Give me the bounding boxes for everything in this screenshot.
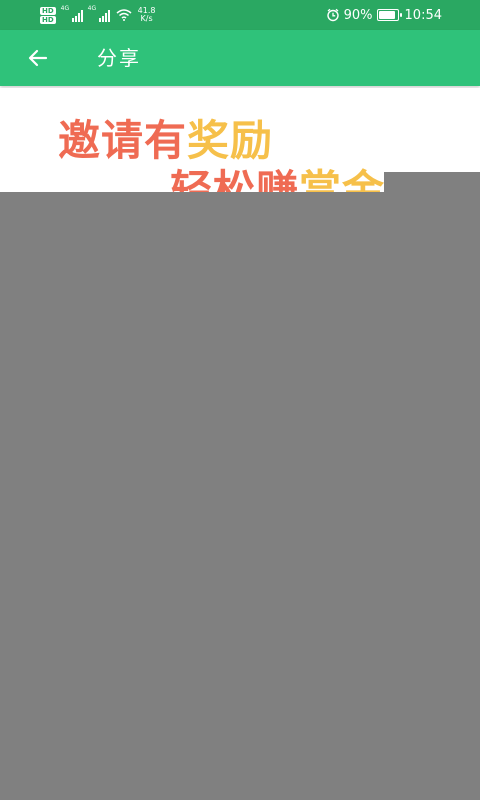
arrow-left-icon <box>28 49 48 67</box>
banner-line-2: 轻松赚赏金 <box>170 166 385 192</box>
banner-text-red-1: 邀请有 <box>58 116 188 165</box>
hd-badge-2: HD <box>40 15 56 24</box>
signal-gen-label-2: 4G <box>87 5 97 12</box>
banner-text-red-2: 轻松赚 <box>170 166 300 192</box>
page-title: 分享 <box>97 46 141 70</box>
status-time: 10:54 <box>404 7 442 23</box>
loading-overlay <box>0 192 480 800</box>
battery-percent: 90% <box>343 7 373 23</box>
status-left: HD HD 4G 4G 41.8 K/s <box>40 4 155 26</box>
hd-badge-1: HD <box>40 6 56 15</box>
banner-text-yellow-2: 赏金 <box>299 166 386 192</box>
battery-icon <box>376 9 402 21</box>
hd-icon: HD HD <box>40 6 56 24</box>
alarm-icon <box>326 8 339 22</box>
banner-text-yellow-1: 奖励 <box>187 116 274 165</box>
signal-icon: 4G <box>60 5 83 22</box>
status-right: 90% 10:54 <box>326 6 442 24</box>
banner-line-1: 邀请有奖励 <box>58 116 273 166</box>
app-bar: 分享 <box>0 30 480 86</box>
net-speed-unit: K/s <box>140 14 153 23</box>
back-button[interactable] <box>18 42 58 74</box>
wifi-icon <box>116 9 132 21</box>
status-bar: HD HD 4G 4G 41.8 K/s 90% 10:54 <box>0 0 480 30</box>
signal-gen-label: 4G <box>60 5 70 12</box>
loading-overlay-notch <box>384 172 480 192</box>
net-speed: 41.8 K/s <box>138 7 156 23</box>
signal-icon-2: 4G <box>87 5 110 22</box>
